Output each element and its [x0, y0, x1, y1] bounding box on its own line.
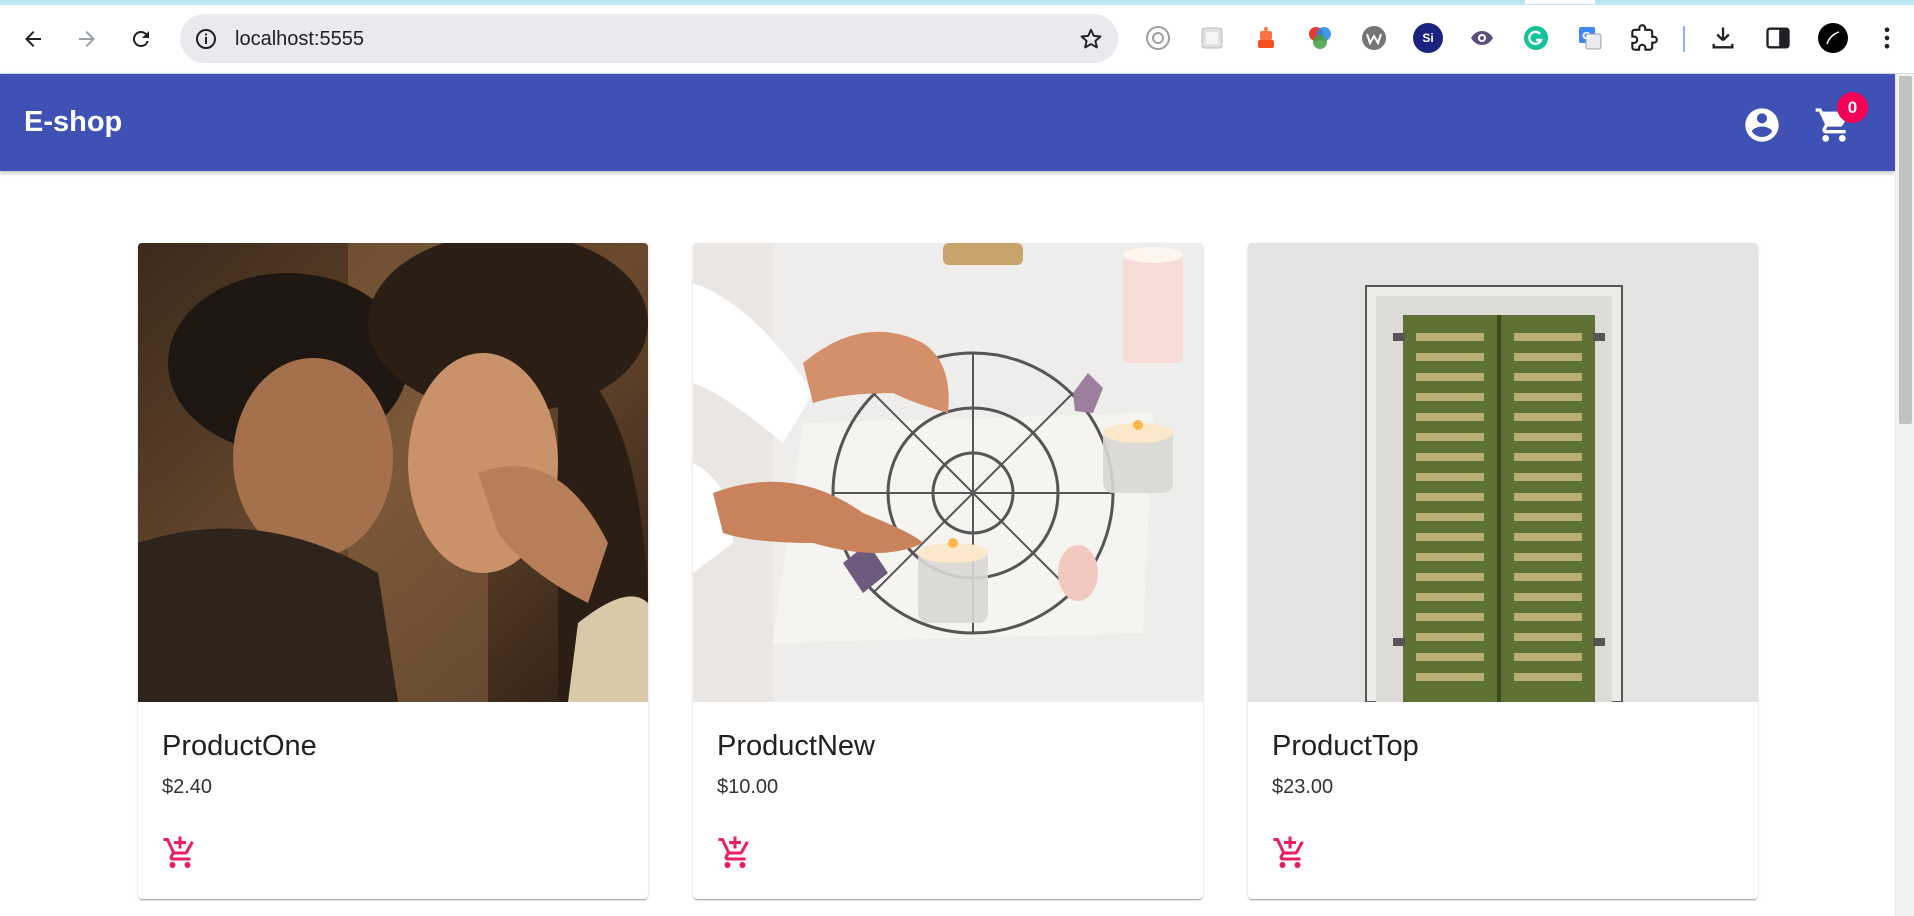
extension-eye-icon[interactable]	[1467, 23, 1497, 53]
cart-plus-icon	[163, 836, 194, 868]
cart-count-badge: 0	[1837, 92, 1868, 123]
extension-translate-icon[interactable]: G	[1575, 23, 1605, 53]
extension-w-icon[interactable]	[1359, 23, 1389, 53]
extension-robot-icon[interactable]	[1251, 23, 1281, 53]
cart-plus-icon	[718, 836, 749, 868]
product-name[interactable]: ProductTop	[1272, 730, 1419, 763]
browser-menu-icon[interactable]	[1872, 23, 1902, 53]
page-scrollbar[interactable]	[1895, 74, 1914, 916]
tab-strip-edge	[0, 0, 1914, 5]
product-name[interactable]: ProductOne	[162, 730, 317, 763]
extension-si-icon[interactable]: Si	[1413, 23, 1443, 53]
account-circle-icon[interactable]	[1742, 105, 1782, 145]
forward-button[interactable]	[70, 22, 104, 56]
product-price: $10.00	[717, 776, 779, 798]
profile-avatar-icon[interactable]	[1818, 23, 1848, 53]
download-icon[interactable]	[1708, 23, 1738, 53]
extension-grid-icon[interactable]	[1197, 23, 1227, 53]
product-name[interactable]: ProductNew	[717, 730, 875, 763]
brand-title[interactable]: E-shop	[24, 106, 122, 139]
side-panel-icon[interactable]	[1763, 23, 1793, 53]
add-to-cart-button[interactable]	[156, 829, 204, 877]
reload-button[interactable]	[124, 22, 158, 56]
product-card: ProductOne $2.40	[138, 243, 648, 899]
extension-color-wheel-icon[interactable]	[1305, 23, 1335, 53]
browser-toolbar: localhost:5555 Si G	[0, 0, 1914, 74]
app-bar: E-shop 0	[0, 74, 1895, 171]
product-image-couple[interactable]	[138, 243, 648, 702]
back-button[interactable]	[16, 22, 50, 56]
product-image-shutters[interactable]	[1248, 243, 1758, 702]
scrollbar-thumb[interactable]	[1899, 76, 1912, 424]
reload-icon	[132, 30, 149, 47]
product-card: ProductTop $23.00	[1248, 243, 1758, 899]
product-price: $2.40	[162, 776, 213, 798]
address-bar[interactable]: localhost:5555	[180, 14, 1118, 63]
bookmark-star-icon[interactable]	[1078, 26, 1104, 52]
site-info-icon[interactable]	[194, 27, 218, 51]
arrow-left-icon	[25, 31, 41, 47]
toolbar-divider	[1683, 26, 1685, 52]
url-text[interactable]: localhost:5555	[235, 28, 364, 51]
product-card: ProductNew $10.00	[693, 243, 1203, 899]
extensions-puzzle-icon[interactable]	[1629, 23, 1659, 53]
extension-camera-icon[interactable]	[1143, 23, 1173, 53]
add-to-cart-button[interactable]	[1266, 829, 1314, 877]
extension-grammarly-icon[interactable]	[1521, 23, 1551, 53]
product-price: $23.00	[1272, 776, 1334, 798]
product-image-candles[interactable]	[693, 243, 1203, 702]
svg-text:G: G	[1582, 31, 1590, 42]
cart-plus-icon	[1273, 836, 1304, 868]
arrow-right-icon	[79, 31, 95, 47]
add-to-cart-button[interactable]	[711, 829, 759, 877]
